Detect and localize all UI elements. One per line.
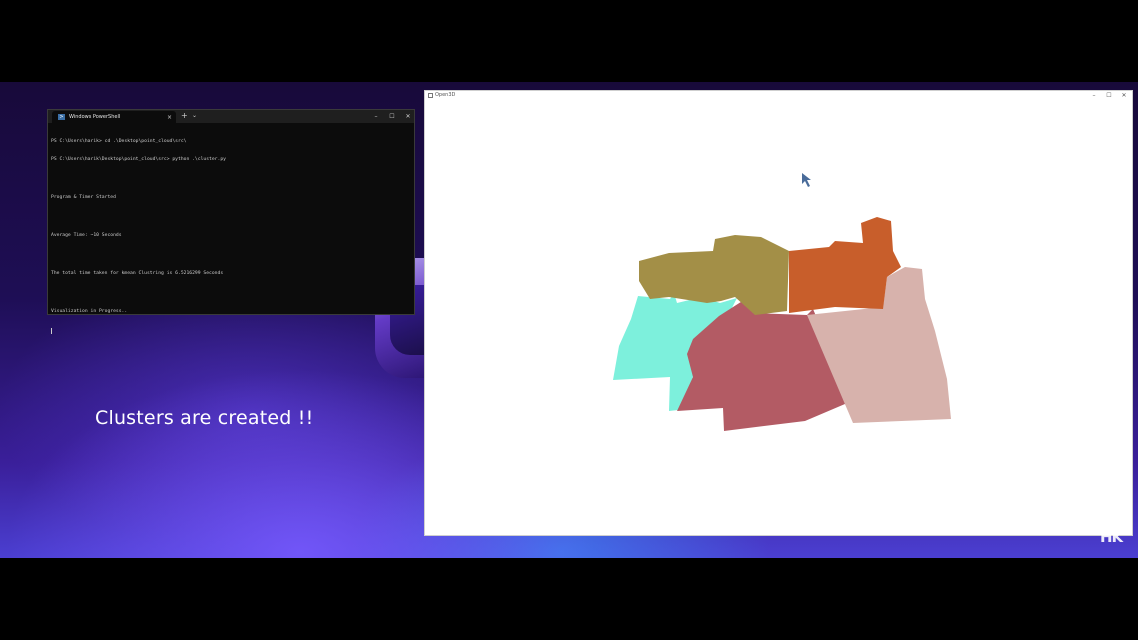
- terminal-output[interactable]: PS C:\Users\harik> cd .\Desktop\point_cl…: [51, 126, 411, 346]
- point-cloud-viewport[interactable]: [425, 91, 1134, 537]
- cluster-orange: [789, 217, 901, 313]
- new-tab-button[interactable]: +: [181, 111, 188, 121]
- minimize-button[interactable]: –: [370, 110, 382, 123]
- open3d-window-title: Open3D: [435, 92, 456, 98]
- terminal-line: The total time taken for kmean Clustring…: [51, 270, 224, 276]
- maximize-button[interactable]: ☐: [386, 110, 398, 123]
- powershell-icon: >: [58, 114, 65, 120]
- terminal-line: Program & Timer Started: [51, 195, 116, 201]
- terminal-prompt[interactable]: [51, 327, 411, 334]
- tab-close-icon[interactable]: ×: [167, 114, 172, 121]
- terminal-line: PS C:\Users\harik> cd .\Desktop\point_cl…: [51, 138, 187, 144]
- close-button[interactable]: ✕: [1118, 91, 1130, 101]
- channel-watermark-logo: HK: [1100, 528, 1123, 546]
- letterbox-bottom: [0, 558, 1138, 640]
- open3d-window[interactable]: Open3D – ☐ ✕: [424, 90, 1133, 536]
- terminal-tab-title: Windows PowerShell: [69, 114, 121, 120]
- open3d-titlebar[interactable]: Open3D – ☐ ✕: [425, 91, 1132, 101]
- terminal-line: Visualization in Progress..: [51, 308, 128, 314]
- close-button[interactable]: ✕: [402, 110, 414, 123]
- terminal-tab[interactable]: > Windows PowerShell ×: [52, 111, 176, 123]
- powershell-window[interactable]: > Windows PowerShell × + ⌄ – ☐ ✕ PS C:\U…: [47, 109, 415, 334]
- minimize-button[interactable]: –: [1088, 91, 1100, 101]
- text-cursor: [51, 327, 52, 334]
- app-icon: [428, 93, 433, 98]
- mouse-pointer-icon: [802, 173, 811, 187]
- terminal-line: Average Time: ~10 Seconds: [51, 233, 122, 239]
- maximize-button[interactable]: ☐: [1103, 91, 1115, 101]
- terminal-titlebar[interactable]: > Windows PowerShell × + ⌄ – ☐ ✕: [48, 110, 414, 123]
- letterbox-top: [0, 0, 1138, 82]
- terminal-line: PS C:\Users\harik\Desktop\point_cloud\sr…: [51, 157, 226, 163]
- chevron-down-icon[interactable]: ⌄: [192, 111, 197, 121]
- slide-caption: Clusters are created !!: [95, 407, 314, 429]
